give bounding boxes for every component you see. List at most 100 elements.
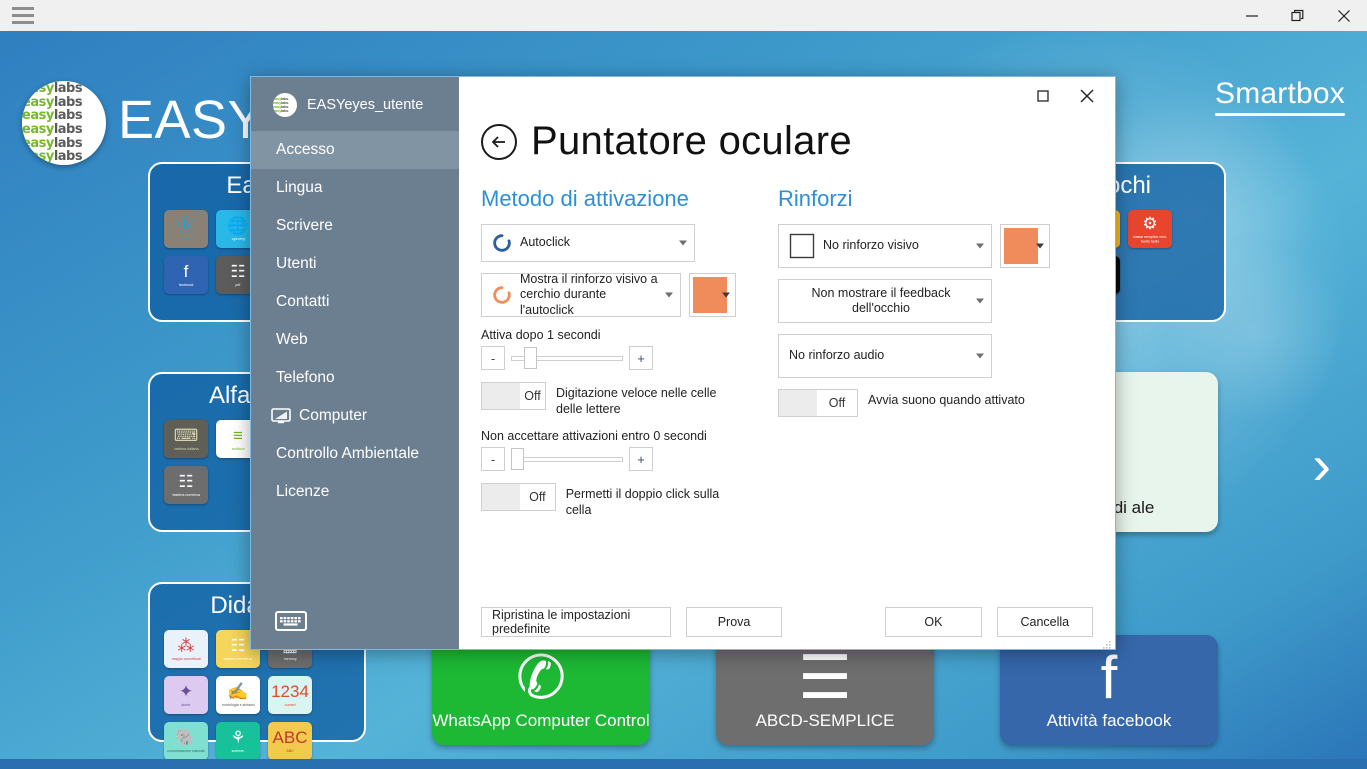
- tile-label: ABCD-SEMPLICE: [755, 711, 895, 731]
- eye-feedback-select[interactable]: Non mostrare il feedback dell'occhio: [778, 279, 992, 323]
- dwell-increase-button[interactable]: +: [629, 346, 653, 370]
- tile-icon: ✦: [178, 682, 194, 701]
- lockout-slider[interactable]: [511, 447, 623, 471]
- loading-circle-icon: [492, 285, 512, 305]
- close-icon[interactable]: [1065, 81, 1109, 111]
- tile-icon: f: [183, 262, 189, 281]
- tile-icon: ☷: [230, 636, 246, 655]
- grid-icon: ☰: [798, 644, 852, 712]
- tile-caption: comunicazione naturale: [166, 748, 206, 753]
- chevron-down-icon: [664, 292, 673, 298]
- double-click-toggle[interactable]: Off: [481, 483, 556, 512]
- sidebar-item-scrivere[interactable]: Scrivere: [251, 207, 459, 245]
- smartbox-text: Smartbox: [1215, 77, 1345, 110]
- sidebar-item-computer[interactable]: Computer: [251, 397, 459, 435]
- user-row[interactable]: easylabs easylabs easylabs easylabs EASY…: [251, 77, 459, 131]
- next-page-arrow-icon[interactable]: ›: [1312, 437, 1331, 493]
- minimize-icon[interactable]: [1229, 0, 1275, 31]
- dwell-decrease-button[interactable]: -: [481, 346, 505, 370]
- sidebar-item-telefono[interactable]: Telefono: [251, 359, 459, 397]
- dialog-footer: Ripristina le impostazioni predefinite P…: [459, 607, 1115, 637]
- test-button[interactable]: Prova: [685, 607, 783, 637]
- tile-caption: numeri: [284, 702, 296, 707]
- tile-icon: 🌐: [227, 216, 249, 235]
- start-sound-toggle[interactable]: Off: [778, 389, 858, 417]
- tile-caption: morfologia e sintassi: [221, 702, 255, 707]
- tile-abcd-semplice[interactable]: ☰ ABCD-SEMPLICE: [716, 635, 934, 745]
- tile-caption: classe semplice mini-livello facile: [1132, 234, 1168, 243]
- sidebar-item-label: Web: [276, 331, 308, 348]
- hamburger-bar: [12, 21, 34, 24]
- visual-feedback-color-picker[interactable]: [688, 273, 736, 317]
- tile[interactable]: f facebook: [164, 256, 208, 294]
- tile-caption: ABC: [286, 748, 294, 753]
- reinforcement-color-picker[interactable]: [1000, 224, 1050, 268]
- sidebar-item-contatti[interactable]: Contatti: [251, 283, 459, 321]
- tile[interactable]: ☷ tastiera numerica: [164, 466, 208, 504]
- tile-caption: scrittura: [231, 446, 245, 451]
- tile[interactable]: ✍ morfologia e sintassi: [216, 676, 260, 714]
- toggle-knob: [482, 383, 520, 409]
- tile-icon: ≡: [233, 426, 243, 445]
- slider-track: [511, 456, 623, 462]
- tile[interactable]: ⌨ tastiera italiana: [164, 420, 208, 458]
- tile[interactable]: ✦ storie: [164, 676, 208, 714]
- tile[interactable]: 🐘 comunicazione naturale: [164, 722, 208, 760]
- start-sound-label: Avvia suono quando attivato: [868, 393, 1025, 407]
- tile[interactable]: ⓑ skype: [164, 210, 208, 248]
- sidebar-item-licenze[interactable]: Licenze: [251, 473, 459, 511]
- chevron-down-icon: [976, 353, 984, 359]
- settings-columns: Metodo di attivazione Autoclick Mostra i…: [459, 164, 1115, 531]
- tile[interactable]: ⚙ classe semplice mini-livello facile: [1128, 210, 1172, 248]
- lockout-decrease-button[interactable]: -: [481, 447, 505, 472]
- audio-reinforcement-select[interactable]: No rinforzo audio: [778, 334, 992, 378]
- column-metodo-attivazione: Metodo di attivazione Autoclick Mostra i…: [481, 186, 736, 531]
- restore-icon[interactable]: [1275, 0, 1321, 31]
- toggle-state: Off: [828, 396, 846, 410]
- sidebar-item-label: Scrivere: [276, 217, 333, 234]
- hamburger-icon[interactable]: [0, 0, 46, 31]
- sidebar-item-accesso[interactable]: Accesso: [251, 131, 459, 169]
- fast-typing-label: Digitazione veloce nelle celle delle let…: [556, 386, 717, 416]
- dwell-time-slider-row: - +: [481, 346, 736, 370]
- cancel-button[interactable]: Cancella: [996, 607, 1094, 637]
- tile-icon: ☷: [178, 472, 194, 491]
- tile-whatsapp-computer-control[interactable]: ✆ WhatsApp Computer Control: [432, 635, 650, 745]
- visual-reinforcement-select[interactable]: No rinforzo visivo: [778, 224, 992, 268]
- restore-icon[interactable]: [1021, 81, 1065, 111]
- user-name: EASYeyes_utente: [307, 97, 424, 113]
- sidebar-item-label: Licenze: [276, 483, 330, 500]
- tile-attivita-facebook[interactable]: f Attività facebook: [1000, 635, 1218, 745]
- fast-typing-toggle[interactable]: Off: [481, 382, 546, 410]
- audio-reinforcement-row: No rinforzo audio: [778, 334, 1068, 378]
- resize-grip[interactable]: [1102, 637, 1112, 649]
- restore-defaults-button[interactable]: Ripristina le impostazioni predefinite: [481, 607, 671, 637]
- close-icon[interactable]: [1321, 0, 1367, 31]
- eye-feedback-value: Non mostrare il feedback dell'occhio: [811, 285, 951, 315]
- sidebar-item-web[interactable]: Web: [251, 321, 459, 359]
- dialog-window-controls: [1021, 81, 1109, 111]
- dwell-slider[interactable]: [511, 346, 623, 370]
- easylabs-logo: easylabs easylabs easylabs easylabs easy…: [22, 81, 106, 165]
- lockout-increase-button[interactable]: +: [629, 447, 653, 472]
- sidebar-item-lingua[interactable]: Lingua: [251, 169, 459, 207]
- ok-button[interactable]: OK: [885, 607, 982, 637]
- tile[interactable]: ⚘ scienze: [216, 722, 260, 760]
- back-arrow-icon[interactable]: [481, 123, 517, 160]
- sidebar-item-utenti[interactable]: Utenti: [251, 245, 459, 283]
- chevron-down-icon: [722, 292, 730, 298]
- toggle-knob: [482, 484, 520, 511]
- tile[interactable]: 1234 numeri: [268, 676, 312, 714]
- slider-thumb[interactable]: [524, 347, 538, 369]
- smartbox-underline: [1215, 113, 1345, 116]
- keyboard-icon[interactable]: [275, 611, 307, 631]
- visual-feedback-select[interactable]: Mostra il rinforzo visivo a cerchio dura…: [481, 272, 681, 317]
- slider-thumb[interactable]: [511, 448, 524, 471]
- sidebar-item-controllo-ambientale[interactable]: Controllo Ambientale: [251, 435, 459, 473]
- tile-caption: tastiera italiana: [173, 446, 199, 451]
- tile-caption: tastiera numerica: [172, 492, 200, 497]
- activation-method-select[interactable]: Autoclick: [481, 224, 695, 262]
- tile[interactable]: ⁂ mappe concettuali: [164, 630, 208, 668]
- tile[interactable]: ABC ABC: [268, 722, 312, 760]
- chevron-down-icon: [976, 243, 984, 249]
